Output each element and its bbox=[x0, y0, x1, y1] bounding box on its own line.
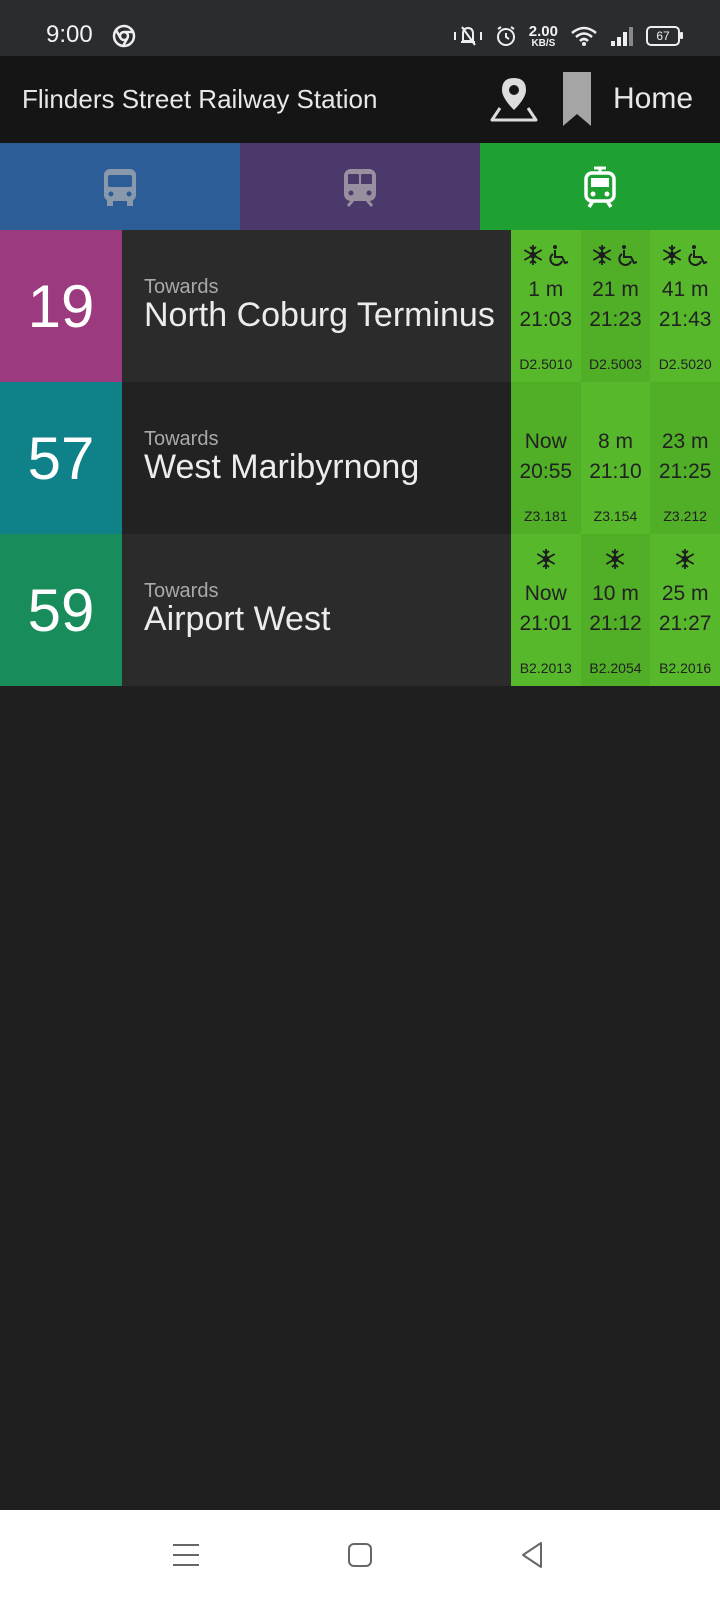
status-icons: 2.00 KB/S 67 bbox=[453, 20, 683, 52]
route-info: Towards Airport West bbox=[121, 534, 511, 686]
app-bar: Flinders Street Railway Station Home bbox=[0, 56, 720, 143]
snowflake-icon bbox=[593, 245, 612, 265]
route-number: 59 bbox=[27, 576, 95, 644]
departure-minutes: 25 m bbox=[661, 582, 709, 605]
route-destination: North Coburg Terminus bbox=[143, 296, 495, 334]
vehicle-id: D2.5003 bbox=[589, 356, 642, 372]
vehicle-id: B2.2054 bbox=[589, 660, 642, 676]
snowflake-icon bbox=[606, 549, 625, 569]
vehicle-id: Z3.181 bbox=[523, 508, 568, 524]
battery-icon: 67 bbox=[646, 26, 683, 46]
route-number-badge: 59 bbox=[0, 534, 122, 686]
wheelchair-icon bbox=[549, 245, 569, 266]
wheelchair-icon bbox=[618, 245, 638, 266]
route-destination: Airport West bbox=[143, 600, 331, 638]
home-button[interactable]: Home bbox=[613, 82, 693, 116]
bookmark-icon[interactable] bbox=[560, 70, 594, 128]
back-icon[interactable] bbox=[517, 1540, 547, 1570]
speed-value: 2.00 bbox=[528, 22, 558, 40]
home-square-icon[interactable] bbox=[345, 1540, 375, 1570]
departure-time: 21:03 bbox=[519, 308, 573, 331]
wheelchair-icon bbox=[688, 245, 708, 266]
chrome-icon bbox=[112, 24, 136, 48]
vibrate-icon bbox=[453, 26, 482, 46]
departure-minutes: 21 m bbox=[592, 278, 639, 301]
wifi-icon bbox=[571, 26, 597, 46]
status-bar: 9:00 2.00 KB/S 67 bbox=[0, 0, 720, 56]
departure-cell[interactable]: 21 m 21:23 D2.5003 bbox=[580, 230, 651, 382]
snowflake-icon bbox=[536, 549, 555, 569]
mode-tabs bbox=[0, 143, 720, 230]
signal-icon bbox=[611, 27, 633, 46]
departure-minutes: Now bbox=[524, 582, 567, 605]
vehicle-id: D2.5010 bbox=[519, 356, 573, 372]
route-list: 19 Towards North Coburg Terminus 1 m 21:… bbox=[0, 230, 720, 686]
route-row[interactable]: 57 Towards West Maribyrnong Now 20:55 Z3… bbox=[0, 382, 720, 534]
route-number-badge: 19 bbox=[0, 230, 122, 382]
departures: Now 21:01 B2.2013 10 m 21:12 B2.2054 25 … bbox=[510, 534, 720, 686]
departure-minutes: 1 m bbox=[528, 278, 564, 301]
vehicle-id: D2.5020 bbox=[658, 356, 712, 372]
departure-time: 21:10 bbox=[589, 460, 642, 483]
route-destination: West Maribyrnong bbox=[143, 448, 420, 486]
route-info: Towards West Maribyrnong bbox=[121, 382, 511, 534]
departure-time: 21:43 bbox=[658, 308, 712, 331]
departure-time: 21:25 bbox=[658, 460, 712, 483]
departure-cell[interactable]: Now 21:01 B2.2013 bbox=[510, 534, 581, 686]
menu-icon[interactable] bbox=[171, 1540, 201, 1570]
departure-minutes: 10 m bbox=[592, 582, 639, 605]
departure-time: 21:27 bbox=[658, 612, 712, 635]
system-nav-bar bbox=[0, 1510, 720, 1600]
tab-tram[interactable] bbox=[480, 143, 720, 230]
route-row[interactable]: 59 Towards Airport West Now 21:01 B2.201… bbox=[0, 534, 720, 686]
departure-time: 20:55 bbox=[519, 460, 573, 483]
battery-level: 67 bbox=[656, 29, 670, 43]
departures: Now 20:55 Z3.181 8 m 21:10 Z3.154 23 m 2… bbox=[510, 382, 720, 534]
vehicle-id: B2.2013 bbox=[519, 660, 572, 676]
page-title: Flinders Street Railway Station bbox=[22, 84, 378, 114]
departure-minutes: 41 m bbox=[661, 278, 709, 301]
tab-train[interactable] bbox=[240, 143, 480, 230]
departure-cell[interactable]: 25 m 21:27 B2.2016 bbox=[650, 534, 720, 686]
departure-cell[interactable]: 41 m 21:43 D2.5020 bbox=[650, 230, 720, 382]
snowflake-icon bbox=[663, 245, 682, 265]
departure-cell[interactable]: 1 m 21:03 D2.5010 bbox=[510, 230, 581, 382]
departures: 1 m 21:03 D2.5010 21 m 21:23 D2.5003 41 … bbox=[510, 230, 720, 382]
route-number: 19 bbox=[27, 272, 95, 340]
vehicle-id: Z3.154 bbox=[593, 508, 638, 524]
snowflake-icon bbox=[523, 245, 542, 265]
departure-minutes: Now bbox=[524, 430, 567, 453]
status-time: 9:00 bbox=[46, 21, 93, 48]
alarm-icon bbox=[496, 26, 515, 46]
departure-cell[interactable]: 8 m 21:10 Z3.154 bbox=[580, 382, 651, 534]
tab-bus[interactable] bbox=[0, 143, 240, 230]
snowflake-icon bbox=[676, 549, 695, 569]
train-icon bbox=[344, 168, 376, 207]
tram-icon bbox=[584, 166, 616, 208]
departure-cell[interactable]: 23 m 21:25 Z3.212 bbox=[650, 382, 720, 534]
network-speed: 2.00 KB/S bbox=[529, 24, 558, 49]
departure-time: 21:12 bbox=[589, 612, 642, 635]
departure-minutes: 8 m bbox=[597, 430, 633, 453]
departure-time: 21:23 bbox=[589, 308, 642, 331]
map-pin-icon[interactable] bbox=[488, 74, 540, 126]
bus-icon bbox=[104, 168, 136, 206]
departure-cell[interactable]: Now 20:55 Z3.181 bbox=[510, 382, 581, 534]
departure-minutes: 23 m bbox=[661, 430, 709, 453]
speed-unit: KB/S bbox=[531, 37, 556, 49]
vehicle-id: B2.2016 bbox=[659, 660, 712, 676]
route-number-badge: 57 bbox=[0, 382, 122, 534]
departure-cell[interactable]: 10 m 21:12 B2.2054 bbox=[580, 534, 651, 686]
route-row[interactable]: 19 Towards North Coburg Terminus 1 m 21:… bbox=[0, 230, 720, 382]
route-info: Towards North Coburg Terminus bbox=[121, 230, 511, 382]
vehicle-id: Z3.212 bbox=[663, 508, 707, 524]
route-number: 57 bbox=[27, 424, 95, 492]
departure-time: 21:01 bbox=[519, 612, 573, 635]
